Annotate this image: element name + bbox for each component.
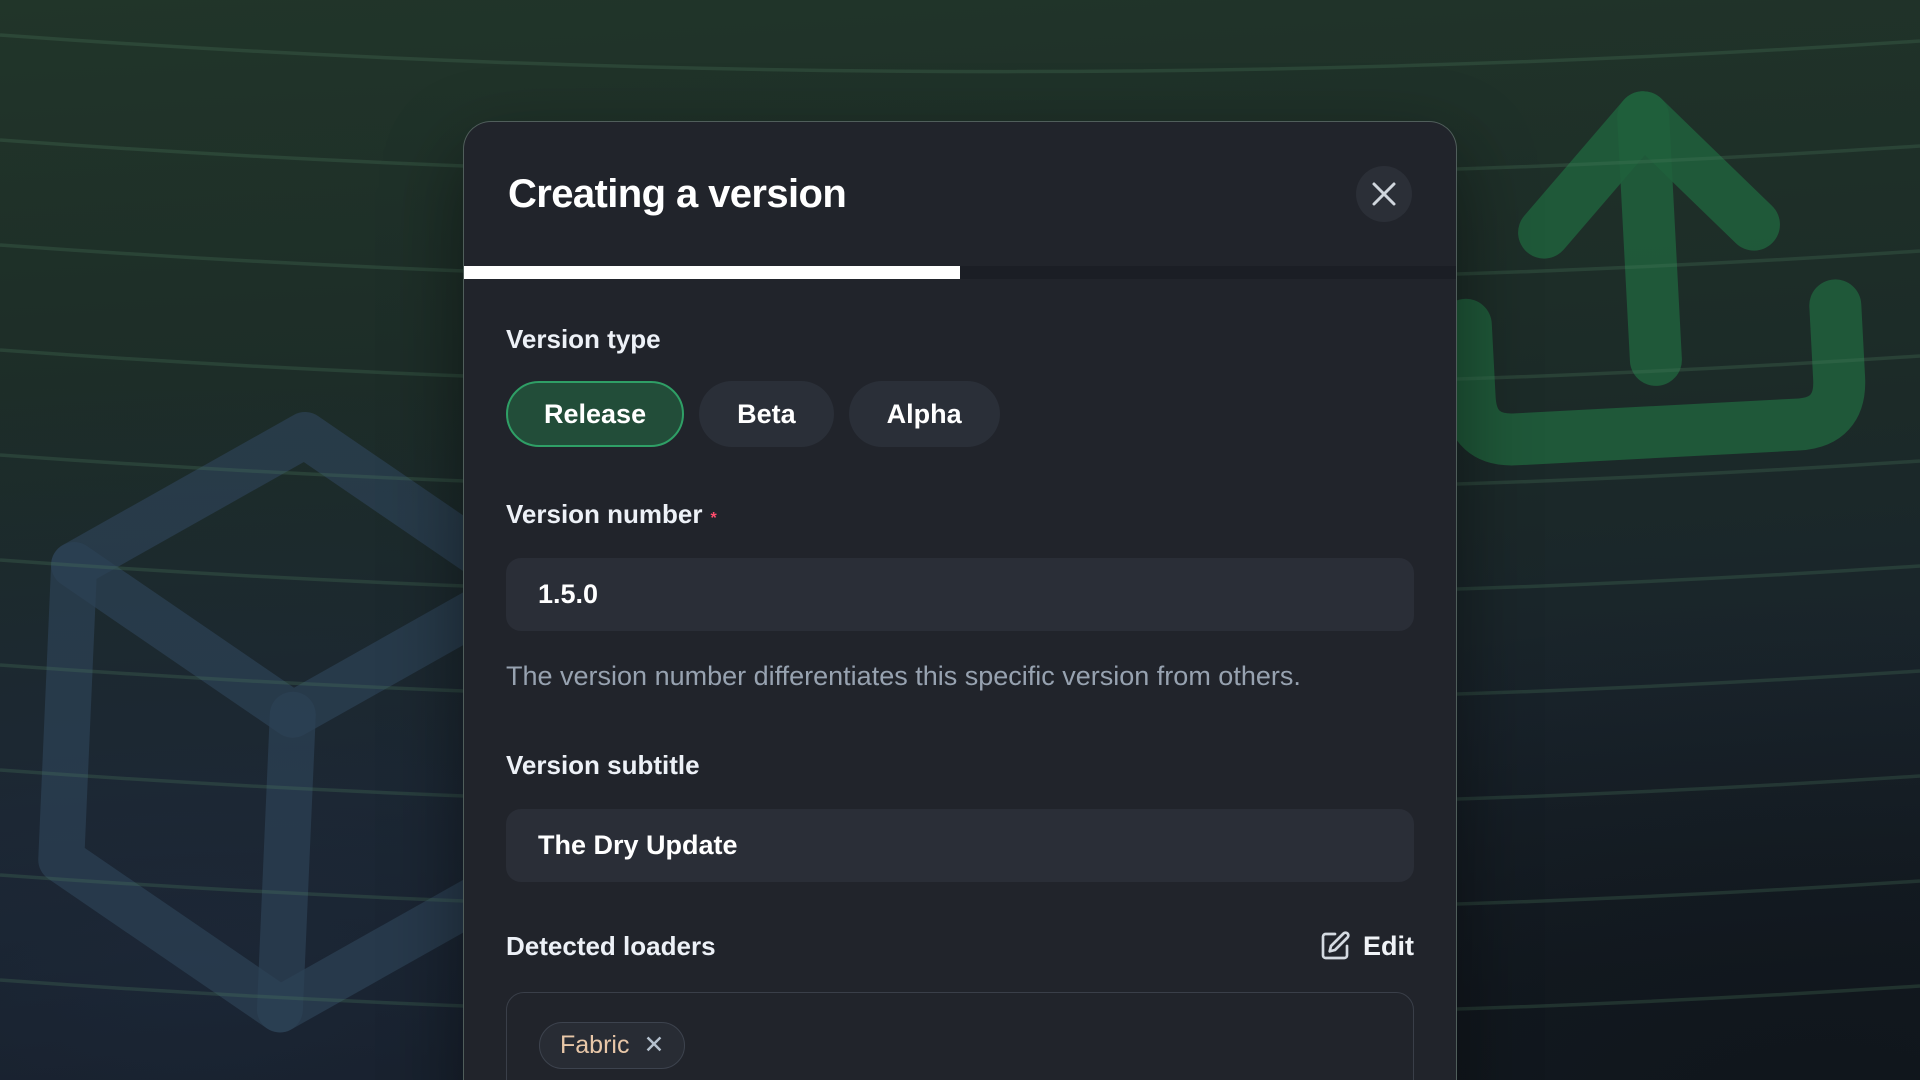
version-type-group: Release Beta Alpha (506, 381, 1414, 447)
required-asterisk: * (711, 510, 717, 527)
modal-body: Version type Release Beta Alpha Version … (464, 279, 1456, 1080)
version-subtitle-section: Version subtitle (506, 750, 1414, 882)
detected-loaders-box: Fabric ✕ (506, 992, 1414, 1080)
loader-tag-label: Fabric (560, 1031, 629, 1060)
version-type-beta-button[interactable]: Beta (699, 381, 834, 447)
progress-track (464, 266, 1456, 279)
edit-pencil-icon (1319, 930, 1351, 962)
version-subtitle-label: Version subtitle (506, 750, 1414, 781)
close-icon (1371, 181, 1397, 207)
detected-loaders-row: Detected loaders Edit (506, 930, 1414, 962)
version-number-input[interactable] (506, 558, 1414, 631)
progress-fill (464, 266, 960, 279)
remove-loader-button[interactable]: ✕ (643, 1033, 664, 1058)
close-button[interactable] (1356, 166, 1412, 222)
version-number-section: Version number * The version number diffe… (506, 499, 1414, 698)
version-subtitle-input[interactable] (506, 809, 1414, 882)
screen: Creating a version Version type Release … (0, 0, 1920, 1080)
create-version-modal: Creating a version Version type Release … (463, 121, 1457, 1080)
edit-loaders-button[interactable]: Edit (1319, 930, 1414, 962)
edit-button-label: Edit (1363, 931, 1414, 962)
version-number-label: Version number (506, 499, 703, 529)
version-number-help: The version number differentiates this s… (506, 655, 1386, 698)
version-type-label: Version type (506, 324, 1414, 355)
loader-tag-fabric: Fabric ✕ (539, 1022, 685, 1069)
modal-header: Creating a version (464, 122, 1456, 266)
version-type-alpha-button[interactable]: Alpha (849, 381, 1000, 447)
modal-title: Creating a version (508, 172, 846, 217)
version-type-release-button[interactable]: Release (506, 381, 684, 447)
detected-loaders-label: Detected loaders (506, 931, 716, 962)
